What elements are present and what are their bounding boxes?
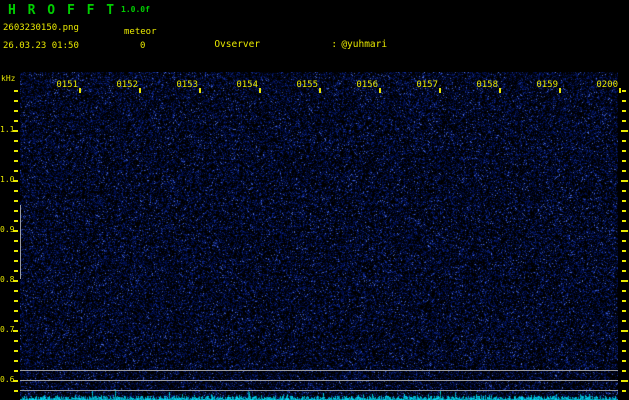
x-axis-tick-label: 0152 bbox=[116, 80, 138, 90]
y-axis-minor-tick-right bbox=[622, 150, 626, 152]
x-axis-minute-tick bbox=[439, 88, 441, 93]
app-version: 1.0.0f bbox=[121, 5, 150, 14]
y-axis-major-tick-right bbox=[621, 230, 628, 232]
y-axis-minor-tick-right bbox=[622, 250, 626, 252]
y-axis-minor-tick-right bbox=[622, 360, 626, 362]
hrofft-spectrogram-screen: H R O F F T 1.0.0f 2603230150.png meteor… bbox=[0, 0, 629, 400]
y-axis-minor-tick bbox=[14, 160, 18, 162]
y-axis-minor-tick bbox=[14, 370, 18, 372]
y-axis-tick-label: 0.7 bbox=[0, 325, 15, 334]
y-axis-minor-tick bbox=[14, 210, 18, 212]
y-axis-minor-tick bbox=[14, 170, 18, 172]
left-edge-artifact-line bbox=[20, 205, 21, 279]
info-separator: : bbox=[331, 39, 338, 50]
y-axis-minor-tick-right bbox=[622, 350, 626, 352]
y-axis-minor-tick-right bbox=[622, 340, 626, 342]
y-axis-major-tick-right bbox=[621, 380, 628, 382]
y-axis-minor-tick-right bbox=[622, 190, 626, 192]
y-axis-minor-tick-right bbox=[622, 170, 626, 172]
y-axis-minor-tick bbox=[14, 240, 18, 242]
meteor-counter-label: meteor bbox=[124, 27, 157, 37]
reference-line-lower bbox=[20, 390, 618, 391]
x-axis-minute-tick bbox=[259, 88, 261, 93]
output-filename: 2603230150.png bbox=[3, 23, 79, 33]
x-axis-minute-tick bbox=[499, 88, 501, 93]
y-axis-minor-tick bbox=[14, 350, 18, 352]
y-axis-minor-tick-right bbox=[622, 210, 626, 212]
y-axis-major-tick-right bbox=[621, 130, 628, 132]
y-axis-minor-tick bbox=[14, 290, 18, 292]
y-axis-minor-tick-right bbox=[622, 290, 626, 292]
x-axis-minute-tick bbox=[199, 88, 201, 93]
x-axis-minute-tick bbox=[79, 88, 81, 93]
y-axis-tick-label: 1.0 bbox=[0, 175, 15, 184]
y-axis-minor-tick bbox=[14, 220, 18, 222]
y-axis-major-tick-right bbox=[621, 180, 628, 182]
y-axis-minor-tick-right bbox=[622, 310, 626, 312]
y-axis-minor-tick-right bbox=[622, 240, 626, 242]
y-axis-tick-label: 1.1 bbox=[0, 125, 15, 134]
y-axis-minor-tick bbox=[14, 340, 18, 342]
y-axis-minor-tick-right bbox=[622, 200, 626, 202]
y-axis-minor-tick-right bbox=[622, 220, 626, 222]
y-axis-minor-tick-right bbox=[622, 110, 626, 112]
y-axis-minor-tick-right bbox=[622, 370, 626, 372]
x-axis-tick-label: 0155 bbox=[296, 80, 318, 90]
y-axis-tick-label: 0.8 bbox=[0, 275, 15, 284]
y-axis-tick-label: 0.6 bbox=[0, 375, 15, 384]
y-axis-minor-tick bbox=[14, 360, 18, 362]
app-title: H R O F F T bbox=[8, 3, 117, 18]
y-axis-minor-tick bbox=[14, 140, 18, 142]
x-axis-tick-label: 0157 bbox=[416, 80, 438, 90]
y-axis-minor-tick-right bbox=[622, 260, 626, 262]
meteor-counter-value: 0 bbox=[140, 41, 146, 51]
y-axis-minor-tick bbox=[14, 190, 18, 192]
y-axis-unit-label: kHz bbox=[1, 74, 16, 83]
y-axis-minor-tick-right bbox=[622, 120, 626, 122]
y-axis-minor-tick-right bbox=[622, 390, 626, 392]
x-axis-tick-label: 0151 bbox=[56, 80, 78, 90]
x-axis-tick-label: 0159 bbox=[536, 80, 558, 90]
y-axis-minor-tick-right bbox=[622, 100, 626, 102]
y-axis-minor-tick bbox=[14, 100, 18, 102]
info-row-observer: Ovserver: @yuhmari bbox=[180, 27, 576, 50]
x-axis-minute-tick bbox=[139, 88, 141, 93]
info-label: Ovserver bbox=[214, 39, 261, 50]
y-axis-minor-tick bbox=[14, 270, 18, 272]
y-axis-minor-tick bbox=[14, 390, 18, 392]
y-axis-minor-tick bbox=[14, 90, 18, 92]
x-axis-tick-label: 0158 bbox=[476, 80, 498, 90]
y-axis-minor-tick bbox=[14, 300, 18, 302]
y-axis-major-tick-right bbox=[621, 280, 628, 282]
observation-timestamp: 26.03.23 01:50 bbox=[3, 41, 79, 51]
reference-line-middle bbox=[20, 380, 618, 381]
x-axis-tick-label: 0200 bbox=[596, 80, 618, 90]
info-value: @yuhmari bbox=[341, 39, 388, 50]
x-axis-minute-tick bbox=[619, 88, 621, 93]
y-axis-minor-tick bbox=[14, 250, 18, 252]
y-axis-minor-tick-right bbox=[622, 320, 626, 322]
y-axis-minor-tick bbox=[14, 320, 18, 322]
y-axis-minor-tick-right bbox=[622, 90, 626, 92]
x-axis-tick-label: 0153 bbox=[176, 80, 198, 90]
y-axis-minor-tick bbox=[14, 120, 18, 122]
y-axis-minor-tick bbox=[14, 150, 18, 152]
y-axis-minor-tick bbox=[14, 200, 18, 202]
reference-line-upper bbox=[20, 370, 618, 371]
y-axis-minor-tick bbox=[14, 110, 18, 112]
x-axis-minute-tick bbox=[559, 88, 561, 93]
y-axis-major-tick-right bbox=[621, 330, 628, 332]
x-axis-tick-label: 0154 bbox=[236, 80, 258, 90]
y-axis-minor-tick bbox=[14, 310, 18, 312]
y-axis-minor-tick-right bbox=[622, 160, 626, 162]
x-axis-minute-tick bbox=[319, 88, 321, 93]
y-axis-minor-tick bbox=[14, 260, 18, 262]
y-axis-minor-tick-right bbox=[622, 270, 626, 272]
y-axis-minor-tick-right bbox=[622, 300, 626, 302]
x-axis-tick-label: 0156 bbox=[356, 80, 378, 90]
y-axis-minor-tick-right bbox=[622, 140, 626, 142]
y-axis-tick-label: 0.9 bbox=[0, 225, 15, 234]
x-axis-minute-tick bbox=[379, 88, 381, 93]
spectrogram-noise-canvas bbox=[20, 72, 618, 400]
